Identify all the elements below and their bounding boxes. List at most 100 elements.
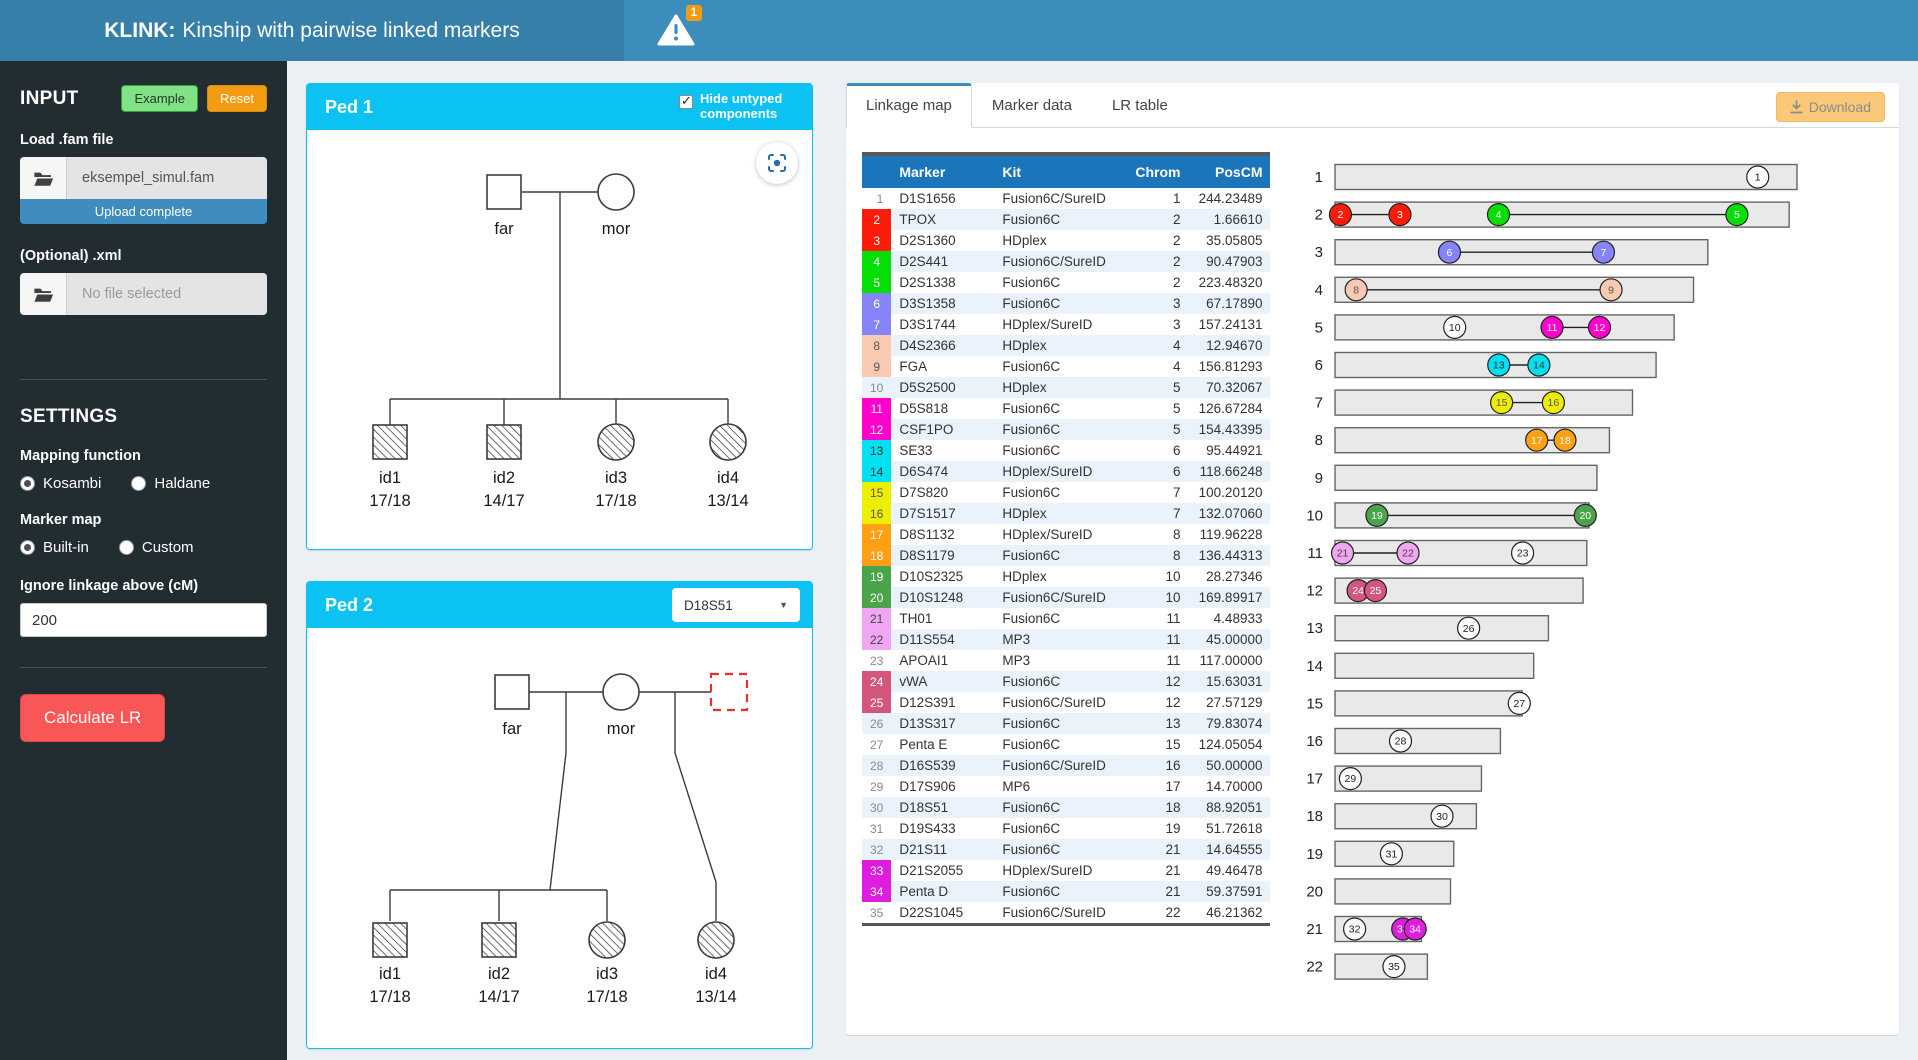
table-row[interactable]: 14D6S474HDplex/SureID6118.66248 <box>862 461 1270 482</box>
row-number-badge: 30 <box>862 797 891 818</box>
table-row[interactable]: 20D10S1248Fusion6C/SureID10169.89917 <box>862 587 1270 608</box>
ped2-card: Ped 2 D18S51 ▼ farmorid117/18id214/17id3… <box>306 581 813 1049</box>
cell-kit: Fusion6C <box>994 209 1127 230</box>
col-kit[interactable]: Kit <box>994 154 1127 188</box>
cell-chrom: 16 <box>1127 755 1188 776</box>
table-row[interactable]: 34Penta DFusion6C2159.37591 <box>862 881 1270 902</box>
fam-file-input[interactable]: eksempel_simul.fam <box>20 157 267 199</box>
warnings-menu[interactable]: 1 <box>648 9 704 53</box>
table-row[interactable]: 2TPOXFusion6C21.66610 <box>862 209 1270 230</box>
table-row[interactable]: 32D21S11Fusion6C2114.64555 <box>862 839 1270 860</box>
mapping-function-label: Mapping function <box>20 448 267 464</box>
radio-custom[interactable]: Custom <box>119 539 194 556</box>
cell-chrom: 2 <box>1127 251 1188 272</box>
ignore-linkage-label: Ignore linkage above (cM) <box>20 578 267 594</box>
table-row[interactable]: 21TH01Fusion6C114.48933 <box>862 608 1270 629</box>
example-button[interactable]: Example <box>121 85 198 112</box>
table-row[interactable]: 5D2S1338Fusion6C2223.48320 <box>862 272 1270 293</box>
pedigree-male-symbol <box>487 175 521 209</box>
cell-marker: D10S2325 <box>891 566 994 587</box>
radio-builtin[interactable]: Built-in <box>20 539 89 556</box>
cell-chrom: 3 <box>1127 314 1188 335</box>
table-row[interactable]: 25D12S391Fusion6C/SureID1227.57129 <box>862 692 1270 713</box>
table-row[interactable]: 27Penta EFusion6C15124.05054 <box>862 734 1270 755</box>
hide-untyped-checkbox-group[interactable]: ✓ Hide untyped components <box>679 92 800 122</box>
radio-builtin-control[interactable] <box>20 540 35 555</box>
col-chrom[interactable]: Chrom <box>1127 154 1188 188</box>
col-poscm[interactable]: PosCM <box>1188 154 1270 188</box>
pedigree-female-symbol <box>589 922 625 958</box>
table-row[interactable]: 35D22S1045Fusion6C/SureID2246.21362 <box>862 902 1270 925</box>
row-number-badge: 19 <box>862 566 891 587</box>
table-row[interactable]: 28D16S539Fusion6C/SureID1650.00000 <box>862 755 1270 776</box>
download-label: Download <box>1809 99 1871 115</box>
cell-kit: Fusion6C <box>994 734 1127 755</box>
chromosome-bar <box>1335 804 1476 829</box>
table-row[interactable]: 12CSF1POFusion6C5154.43395 <box>862 419 1270 440</box>
chromosome-label: 21 <box>1306 921 1323 938</box>
radio-haldane-control[interactable] <box>131 476 146 491</box>
cell-marker: D8S1179 <box>891 545 994 566</box>
table-row[interactable]: 26D13S317Fusion6C1379.83074 <box>862 713 1270 734</box>
table-row[interactable]: 31D19S433Fusion6C1951.72618 <box>862 818 1270 839</box>
table-row[interactable]: 7D3S1744HDplex/SureID3157.24131 <box>862 314 1270 335</box>
cell-chrom: 6 <box>1127 461 1188 482</box>
row-number-badge: 22 <box>862 629 891 650</box>
fam-filename-field[interactable]: eksempel_simul.fam <box>67 157 267 199</box>
table-row[interactable]: 16D7S1517HDplex7132.07060 <box>862 503 1270 524</box>
table-row[interactable]: 18D8S1179Fusion6C8136.44313 <box>862 545 1270 566</box>
pedigree-label: 17/18 <box>595 492 636 510</box>
table-row[interactable]: 8D4S2366HDplex412.94670 <box>862 335 1270 356</box>
reset-button[interactable]: Reset <box>207 85 267 112</box>
tab-marker-data[interactable]: Marker data <box>972 83 1092 127</box>
pedigree-female-symbol <box>698 922 734 958</box>
app-title: KLINK: Kinship with pairwise linked mark… <box>0 0 624 61</box>
hide-untyped-checkbox[interactable]: ✓ <box>679 95 693 109</box>
table-row[interactable]: 15D7S820Fusion6C7100.20120 <box>862 482 1270 503</box>
marker-circle-number: 18 <box>1559 435 1571 447</box>
xml-file-input[interactable]: No file selected <box>20 273 267 315</box>
top-navbar: KLINK: Kinship with pairwise linked mark… <box>0 0 1918 61</box>
table-row[interactable]: 24vWAFusion6C1215.63031 <box>862 671 1270 692</box>
download-button[interactable]: Download <box>1776 92 1885 122</box>
table-row[interactable]: 29D17S906MP61714.70000 <box>862 776 1270 797</box>
radio-custom-control[interactable] <box>119 540 134 555</box>
xml-browse-button[interactable] <box>20 273 67 315</box>
ignore-linkage-input[interactable] <box>20 603 267 637</box>
table-row[interactable]: 30D18S51Fusion6C1888.92051 <box>862 797 1270 818</box>
xml-file-label: (Optional) .xml <box>20 248 267 264</box>
marker-circle-number: 2 <box>1338 209 1344 221</box>
cell-chrom: 8 <box>1127 545 1188 566</box>
row-number-badge: 6 <box>862 293 891 314</box>
xml-filename-field[interactable]: No file selected <box>67 273 267 315</box>
cell-kit: HDplex/SureID <box>994 860 1127 881</box>
radio-haldane[interactable]: Haldane <box>131 475 210 492</box>
table-row[interactable]: 1D1S1656Fusion6C/SureID1244.23489 <box>862 188 1270 209</box>
marker-circle-number: 6 <box>1447 247 1453 259</box>
fam-browse-button[interactable] <box>20 157 67 199</box>
table-row[interactable]: 19D10S2325HDplex1028.27346 <box>862 566 1270 587</box>
row-number-badge: 33 <box>862 860 891 881</box>
snapshot-camera-button[interactable] <box>756 142 798 184</box>
radio-kosambi[interactable]: Kosambi <box>20 475 101 492</box>
table-row[interactable]: 23APOAI1MP311117.00000 <box>862 650 1270 671</box>
col-marker[interactable]: Marker <box>891 154 994 188</box>
table-row[interactable]: 6D3S1358Fusion6C367.17890 <box>862 293 1270 314</box>
tab-linkage-map[interactable]: Linkage map <box>846 83 972 128</box>
cell-pos: 14.64555 <box>1188 839 1270 860</box>
table-row[interactable]: 4D2S441Fusion6C/SureID290.47903 <box>862 251 1270 272</box>
marker-select-dropdown[interactable]: D18S51 ▼ <box>672 588 800 622</box>
table-row[interactable]: 9FGAFusion6C4156.81293 <box>862 356 1270 377</box>
table-row[interactable]: 3D2S1360HDplex235.05805 <box>862 230 1270 251</box>
table-row[interactable]: 22D11S554MP31145.00000 <box>862 629 1270 650</box>
calculate-lr-button[interactable]: Calculate LR <box>20 694 165 742</box>
row-number-badge: 1 <box>862 188 891 209</box>
app-title-rest: Kinship with pairwise linked markers <box>182 19 519 43</box>
table-row[interactable]: 11D5S818Fusion6C5126.67284 <box>862 398 1270 419</box>
table-row[interactable]: 13SE33Fusion6C695.44921 <box>862 440 1270 461</box>
table-row[interactable]: 10D5S2500HDplex570.32067 <box>862 377 1270 398</box>
radio-kosambi-control[interactable] <box>20 476 35 491</box>
table-row[interactable]: 33D21S2055HDplex/SureID2149.46478 <box>862 860 1270 881</box>
table-row[interactable]: 17D8S1132HDplex/SureID8119.96228 <box>862 524 1270 545</box>
tab-lr-table[interactable]: LR table <box>1092 83 1188 127</box>
